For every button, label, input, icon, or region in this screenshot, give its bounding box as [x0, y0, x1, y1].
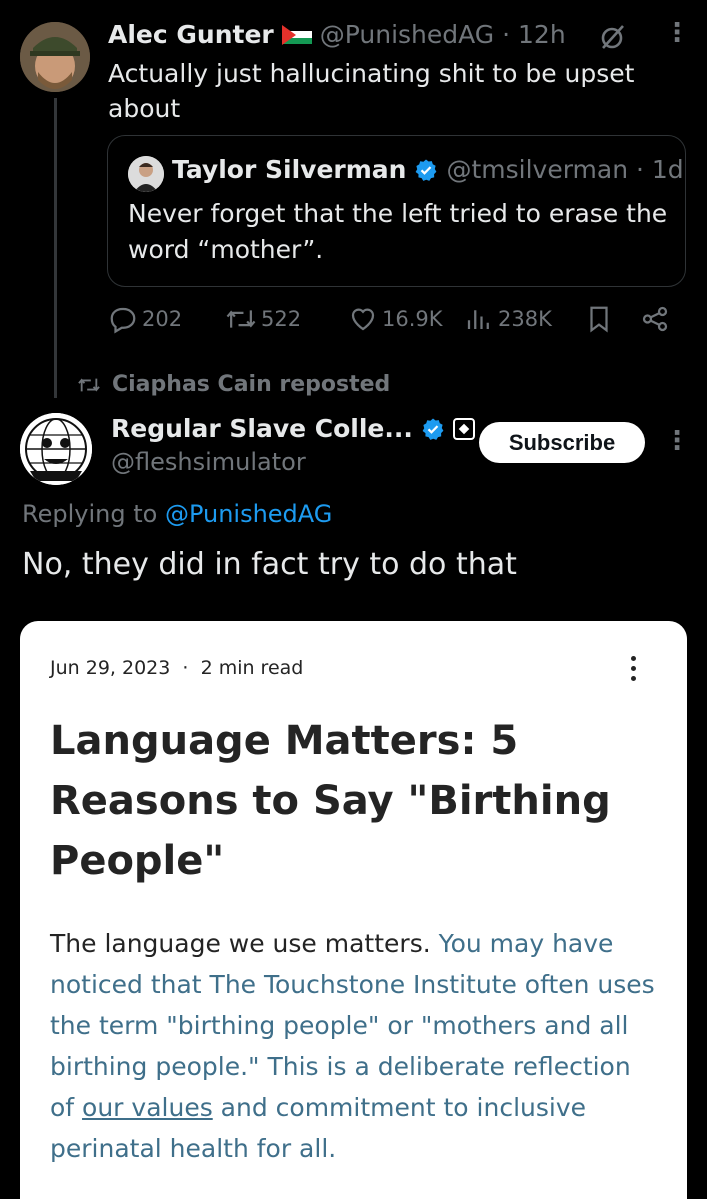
article-screenshot-image[interactable]: Jun 29, 2023 · 2 min read Language Matte… [20, 621, 687, 1199]
affiliate-badge-icon[interactable] [452, 417, 475, 440]
article-meta: Jun 29, 2023 · 2 min read [50, 657, 303, 679]
tweet2-header: Regular Slave Colle... [111, 414, 475, 443]
quote-text: Never forget that the left tried to eras… [128, 199, 668, 264]
quote-author-name: Taylor Silverman [172, 155, 407, 184]
more-options-icon[interactable]: ⋮ [664, 426, 690, 456]
repost-icon [78, 378, 100, 391]
author-handle[interactable]: @PunishedAG [320, 20, 494, 49]
share-button[interactable] [640, 304, 674, 334]
quote-author-handle: @tmsilverman [446, 155, 629, 184]
reply-button[interactable]: 202 [108, 304, 182, 334]
bookmark-icon [590, 306, 608, 333]
bookmark-button[interactable] [584, 304, 618, 334]
dot-separator: · [176, 657, 195, 679]
article-date: Jun 29, 2023 [50, 657, 171, 679]
avatar-alec-gunter[interactable] [20, 22, 90, 92]
repost-count: 522 [261, 307, 302, 331]
tweet-actions: 202 522 16.9K 238K [108, 304, 673, 344]
dot-separator: · [628, 155, 652, 184]
article-more-icon [626, 653, 640, 687]
quote-header: Taylor Silverman @tmsilverman · 1d [172, 155, 684, 184]
article-read-time: 2 min read [200, 657, 304, 679]
reply-icon [110, 307, 136, 334]
like-count: 16.9K [382, 307, 443, 331]
article-body: The language we use matters. You may hav… [50, 923, 660, 1169]
share-icon [642, 306, 668, 332]
heart-icon [351, 308, 375, 331]
palestine-flag-icon [281, 24, 312, 45]
replying-prefix: Replying to [22, 500, 165, 528]
avatar-taylor-silverman [128, 156, 164, 192]
more-options-icon[interactable]: ⋮ [664, 18, 690, 48]
tweet-text: No, they did in fact try to do that [22, 547, 517, 582]
verified-badge-icon [416, 159, 437, 181]
repost-icon [226, 310, 256, 328]
author-name[interactable]: Alec Gunter [108, 20, 274, 49]
author-name[interactable]: Regular Slave Colle... [111, 414, 413, 443]
tweet-time[interactable]: 12h [518, 20, 566, 49]
repost-button[interactable]: 522 [225, 304, 301, 334]
article-title: Language Matters: 5 Reasons to Say "Birt… [50, 718, 611, 884]
reply-count: 202 [142, 307, 183, 331]
subscribe-button[interactable]: Subscribe [479, 422, 645, 463]
avatar-regular-slave[interactable] [20, 413, 92, 485]
author-handle[interactable]: @fleshsimulator [111, 448, 306, 476]
tweet-header: Alec Gunter @PunishedAG · 12h [108, 20, 566, 49]
like-button[interactable]: 16.9K [348, 304, 443, 334]
dot-separator: · [494, 20, 519, 49]
repost-banner-text: Ciaphas Cain reposted [112, 372, 391, 397]
grok-icon[interactable] [598, 22, 628, 56]
tweet-text: Actually just hallucinating shit to be u… [108, 59, 635, 123]
quote-time: 1d [651, 155, 684, 184]
views-icon [467, 310, 489, 329]
thread-line [54, 98, 57, 398]
repost-banner[interactable]: Ciaphas Cain reposted [76, 372, 390, 397]
view-count: 238K [498, 307, 552, 331]
views-button[interactable]: 238K [464, 304, 552, 334]
verified-badge-icon [422, 418, 444, 440]
article-body-part1: The language we use matters. [50, 929, 431, 958]
reply-mention-link[interactable]: @PunishedAG [165, 500, 332, 528]
replying-to: Replying to @PunishedAG [22, 500, 332, 528]
article-values-link: our values [82, 1093, 213, 1122]
